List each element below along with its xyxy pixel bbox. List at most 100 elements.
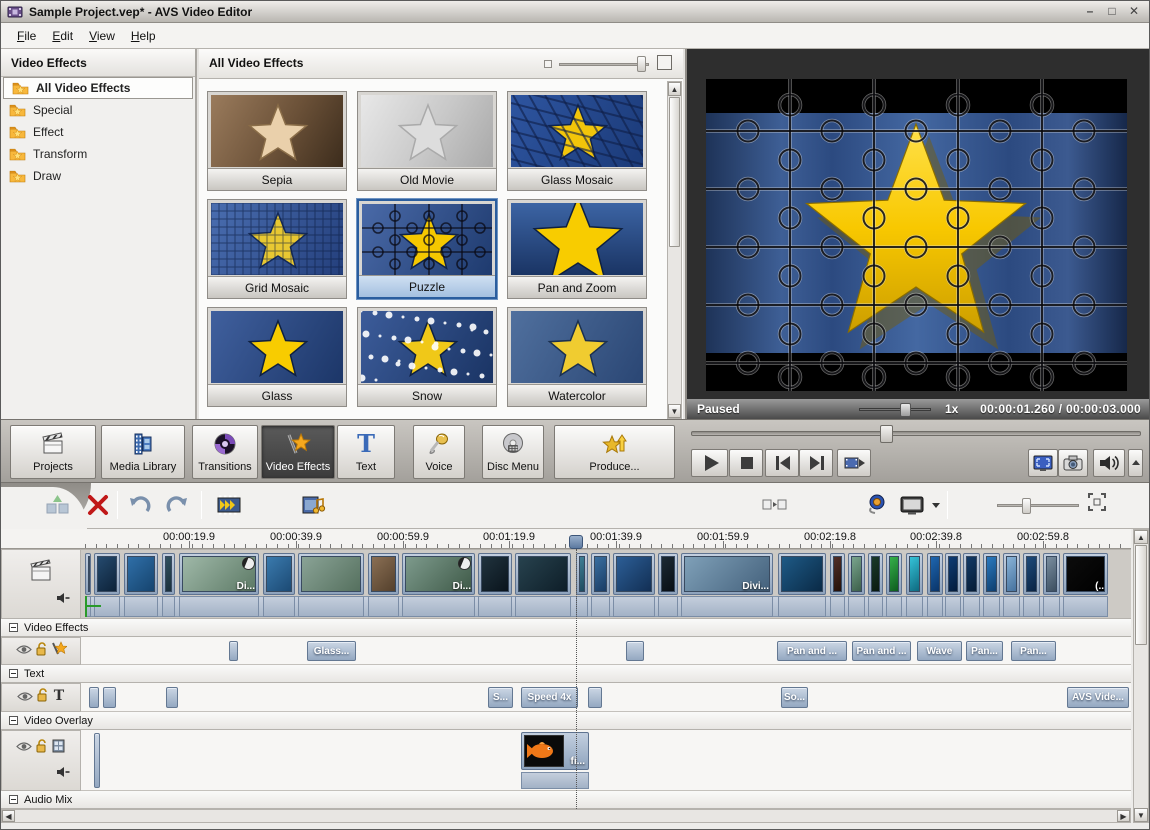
section-video-effects[interactable]: Video Effects (1, 619, 1131, 637)
audio-segment[interactable] (1063, 596, 1108, 617)
video-clip[interactable] (94, 553, 120, 595)
audio-button[interactable] (301, 492, 333, 518)
video-clip[interactable] (906, 553, 923, 595)
timeline-ruler[interactable]: 00:00:19.900:00:39.900:00:59.900:01:19.9… (1, 529, 1131, 549)
panel-collapse-arrow-button[interactable] (1128, 449, 1143, 477)
audio-segment[interactable] (658, 596, 678, 617)
track-audio-icon[interactable] (56, 765, 70, 783)
export-frame-button[interactable] (837, 449, 871, 477)
tab-produce[interactable]: Produce... (554, 425, 675, 479)
next-button[interactable] (799, 449, 833, 477)
split-clip-button[interactable] (45, 492, 71, 518)
storyboard-toggle[interactable] (761, 492, 793, 518)
menu-view[interactable]: View (81, 26, 123, 46)
video-clip[interactable] (848, 553, 865, 595)
video-clip[interactable] (983, 553, 1000, 595)
fit-timeline-button[interactable] (1087, 492, 1107, 512)
speed-button[interactable] (216, 492, 248, 518)
audio-segment[interactable] (368, 596, 399, 617)
timeline-vscrollbar[interactable]: ▲ ▼ (1133, 529, 1149, 823)
narration-speaker-button[interactable] (863, 492, 889, 518)
audio-segment[interactable] (1023, 596, 1040, 617)
thumbnail-size-slider[interactable] (559, 63, 649, 66)
maximize-button[interactable]: □ (1103, 5, 1121, 19)
video-clip[interactable] (576, 553, 588, 595)
timeline-hscrollbar[interactable]: ◀ ▶ (1, 809, 1131, 823)
clip[interactable] (166, 687, 178, 708)
clip-pan[interactable]: Pan... (966, 641, 1003, 661)
lock-icon[interactable] (36, 688, 49, 707)
effect-card-glass[interactable]: Glass (207, 307, 347, 407)
sidebar-item-special[interactable]: Special (1, 99, 195, 121)
seek-bar[interactable] (691, 431, 1141, 436)
audio-segment[interactable] (515, 596, 571, 617)
playback-speed-slider[interactable] (859, 408, 931, 411)
video-clip[interactable] (368, 553, 399, 595)
video-clip[interactable] (830, 553, 845, 595)
capture-dropdown-arrow[interactable] (931, 492, 941, 518)
screen-capture-button[interactable] (899, 492, 925, 518)
stop-button[interactable] (729, 449, 763, 477)
collapse-icon[interactable] (9, 795, 18, 804)
effects-scroll-up-icon[interactable]: ▲ (668, 82, 681, 96)
video-clip[interactable]: Di... (179, 553, 259, 595)
section-audio-mix[interactable]: Audio Mix (1, 791, 1131, 809)
overlay-audio-segment[interactable] (521, 772, 589, 789)
audio-segment[interactable] (963, 596, 980, 617)
audio-segment[interactable] (983, 596, 1000, 617)
undo-button[interactable] (127, 492, 153, 518)
visibility-eye-icon[interactable] (17, 689, 33, 707)
clip-pan-and[interactable]: Pan and ... (777, 641, 847, 661)
snapshot-button[interactable] (1058, 449, 1088, 477)
effect-card-watercolor[interactable]: Watercolor (507, 307, 647, 407)
collapse-icon[interactable] (9, 623, 18, 632)
audio-segment[interactable] (830, 596, 845, 617)
thumbnail-size-min-icon[interactable] (544, 60, 552, 68)
playback-speed-knob[interactable] (900, 403, 911, 417)
delete-button[interactable] (85, 492, 111, 518)
audio-segment[interactable] (478, 596, 512, 617)
video-clip[interactable] (945, 553, 961, 595)
video-clip[interactable] (298, 553, 364, 595)
previous-button[interactable] (765, 449, 799, 477)
video-clip[interactable] (927, 553, 943, 595)
lock-icon[interactable] (35, 642, 48, 661)
vscroll-down-icon[interactable]: ▼ (1134, 808, 1148, 822)
audio-segment[interactable] (1043, 596, 1060, 617)
video-clip[interactable] (591, 553, 610, 595)
clip-wave[interactable]: Wave (917, 641, 962, 661)
audio-segment[interactable] (848, 596, 865, 617)
video-clip[interactable] (868, 553, 883, 595)
overlay-clip-start[interactable] (94, 733, 100, 788)
video-clip[interactable] (1043, 553, 1060, 595)
menu-file[interactable]: File (9, 26, 44, 46)
video-clip[interactable] (1003, 553, 1020, 595)
sidebar-item-effect[interactable]: Effect (1, 121, 195, 143)
audio-segment[interactable] (906, 596, 923, 617)
audio-segment[interactable] (298, 596, 364, 617)
lock-icon[interactable] (35, 739, 48, 758)
audio-segment[interactable] (402, 596, 475, 617)
clip-s[interactable]: S... (488, 687, 513, 708)
audio-segment[interactable] (886, 596, 902, 617)
effects-scrollbar[interactable]: ▲ ▼ (667, 81, 682, 419)
timeline-zoom-slider[interactable] (997, 504, 1079, 507)
audio-segment[interactable] (263, 596, 295, 617)
clip[interactable] (103, 687, 116, 708)
tab-voice[interactable]: Voice (413, 425, 465, 479)
audio-segment[interactable] (179, 596, 259, 617)
clip[interactable] (229, 641, 238, 661)
visibility-eye-icon[interactable] (16, 642, 32, 660)
effects-scroll-down-icon[interactable]: ▼ (668, 404, 681, 418)
effect-card-oldmovie[interactable]: Old Movie (357, 91, 497, 191)
sidebar-item-all-video-effects[interactable]: All Video Effects (3, 77, 193, 99)
timeline-zoom-knob[interactable] (1022, 498, 1031, 514)
audio-segment[interactable] (778, 596, 826, 617)
clip-glass[interactable]: Glass... (307, 641, 356, 661)
video-clip[interactable] (515, 553, 571, 595)
audio-segment[interactable] (1003, 596, 1020, 617)
collapse-icon[interactable] (9, 716, 18, 725)
section-video-overlay[interactable]: Video Overlay (1, 712, 1131, 730)
video-clip[interactable] (1023, 553, 1040, 595)
effect-card-sepia[interactable]: Sepia (207, 91, 347, 191)
